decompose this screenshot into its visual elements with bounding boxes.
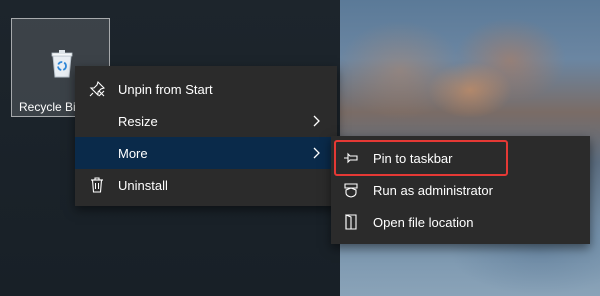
recycle-bin-icon [51, 50, 73, 78]
menu-item-run-as-administrator[interactable]: Run as administrator [331, 174, 590, 206]
chevron-right-icon [313, 115, 320, 127]
menu-item-unpin-from-start[interactable]: Unpin from Start [75, 73, 337, 105]
file-location-icon [343, 214, 359, 230]
menu-item-label: Resize [118, 113, 158, 129]
trash-icon [89, 177, 105, 193]
menu-item-open-file-location[interactable]: Open file location [331, 206, 590, 238]
shield-icon [343, 182, 359, 198]
menu-item-label: More [118, 145, 148, 161]
unpin-icon [89, 81, 105, 97]
annotation-highlight-box [334, 140, 508, 176]
menu-item-label: Uninstall [118, 177, 168, 193]
menu-item-label: Unpin from Start [118, 81, 213, 97]
menu-item-more[interactable]: More [75, 137, 337, 169]
menu-item-resize[interactable]: Resize [75, 105, 337, 137]
menu-item-label: Run as administrator [373, 182, 493, 198]
recycle-bin-label: Recycle Bin [19, 100, 83, 114]
chevron-right-icon [313, 147, 320, 159]
menu-item-label: Open file location [373, 214, 474, 230]
menu-item-uninstall[interactable]: Uninstall [75, 169, 337, 201]
context-menu: Unpin from Start Resize More Uninstall [75, 66, 337, 206]
